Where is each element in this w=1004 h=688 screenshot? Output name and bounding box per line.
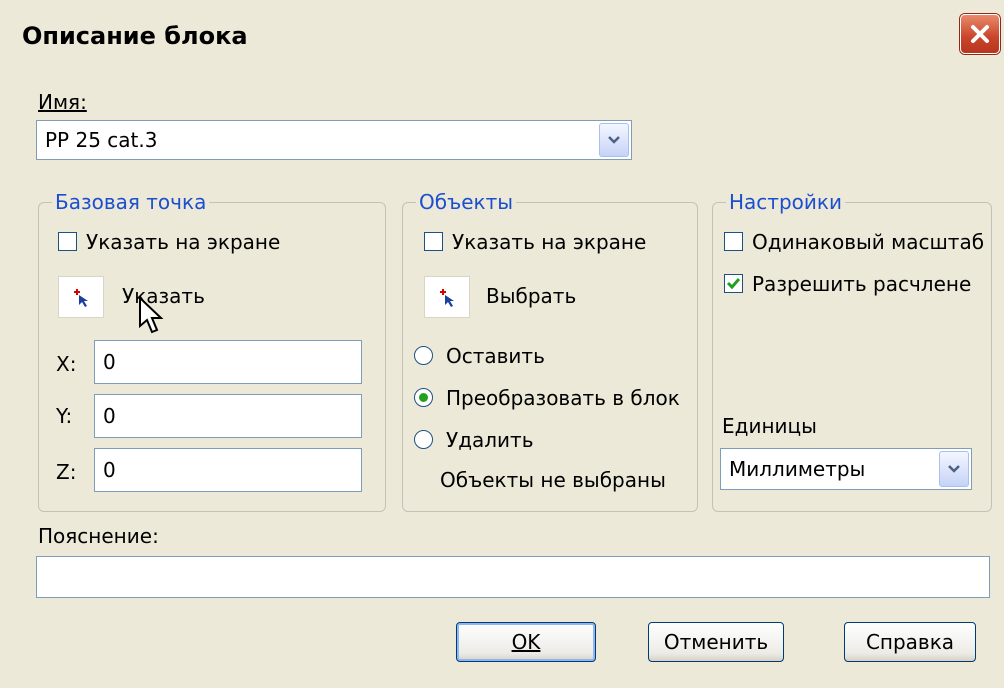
units-dropdown-button[interactable]	[939, 451, 969, 487]
cancel-button[interactable]: Отменить	[648, 622, 784, 662]
pick-cursor-icon	[74, 289, 88, 307]
z-input[interactable]: 0	[94, 448, 362, 492]
settings-legend: Настройки	[726, 190, 845, 214]
base-point-legend: Базовая точка	[52, 190, 210, 214]
retain-radio[interactable]	[414, 346, 433, 365]
x-value: 0	[103, 350, 116, 374]
help-label: Справка	[865, 630, 955, 654]
close-icon	[971, 25, 989, 43]
pick-point-button[interactable]	[58, 276, 104, 318]
convert-to-block-radio[interactable]	[414, 388, 433, 407]
radio-selected-dot	[419, 393, 428, 402]
delete-radio[interactable]	[414, 430, 433, 449]
mouse-cursor-icon	[139, 296, 164, 334]
y-value: 0	[103, 404, 116, 428]
cancel-label: Отменить	[663, 630, 769, 654]
chevron-down-icon	[948, 465, 960, 473]
name-value: PP 25 cat.3	[45, 128, 158, 152]
chevron-down-icon	[608, 136, 620, 144]
y-label: Y:	[56, 404, 73, 428]
checkmark-icon	[726, 278, 741, 290]
ok-button[interactable]: OK	[456, 622, 596, 662]
close-button[interactable]	[960, 14, 1000, 54]
objects-status: Объекты не выбраны	[440, 468, 666, 492]
help-button[interactable]: Справка	[844, 622, 976, 662]
z-label: Z:	[56, 460, 77, 484]
allow-explode-label: Разрешить расчлене	[752, 272, 972, 296]
window-title: Описание блока	[22, 22, 248, 50]
ok-label: OK	[511, 630, 541, 654]
units-value: Миллиметры	[729, 457, 866, 481]
objects-specify-checkbox[interactable]	[424, 232, 443, 251]
description-input[interactable]	[36, 556, 990, 598]
z-value: 0	[103, 458, 116, 482]
base-point-specify-checkbox[interactable]	[58, 232, 77, 251]
objects-specify-label: Указать на экране	[452, 230, 647, 254]
units-label: Единицы	[722, 414, 817, 438]
retain-label: Оставить	[446, 344, 545, 368]
base-point-specify-label: Указать на экране	[86, 230, 281, 254]
y-input[interactable]: 0	[94, 394, 362, 438]
convert-to-block-label: Преобразовать в блок	[446, 386, 680, 410]
name-label: Имя:	[38, 90, 87, 114]
name-combobox[interactable]: PP 25 cat.3	[36, 120, 632, 160]
select-cursor-icon	[440, 289, 454, 307]
uniform-scale-label: Одинаковый масштаб	[752, 230, 985, 254]
delete-label: Удалить	[446, 428, 534, 452]
x-label: X:	[56, 352, 77, 376]
description-label: Пояснение:	[38, 524, 159, 548]
uniform-scale-checkbox[interactable]	[724, 232, 743, 251]
x-input[interactable]: 0	[94, 340, 362, 384]
objects-legend: Объекты	[416, 190, 517, 214]
select-objects-label: Выбрать	[486, 284, 577, 308]
name-dropdown-button[interactable]	[599, 123, 629, 157]
units-dropdown[interactable]: Миллиметры	[720, 448, 972, 490]
select-objects-button[interactable]	[424, 276, 470, 318]
allow-explode-checkbox[interactable]	[724, 274, 743, 293]
